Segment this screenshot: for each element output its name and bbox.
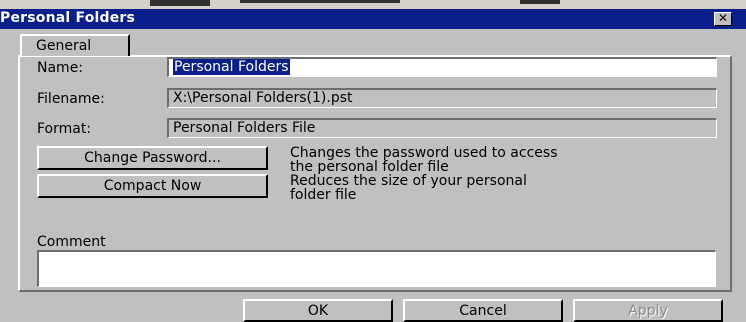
change-password-button[interactable]: Change Password... — [37, 146, 268, 170]
cancel-button[interactable]: Cancel — [403, 299, 563, 322]
title-bar[interactable]: Personal Folders ✕ — [0, 9, 746, 29]
comment-input[interactable] — [37, 250, 716, 287]
filename-label: Filename: — [37, 91, 105, 107]
personal-folders-dialog: Personal Folders ✕ General Name: Persona… — [0, 0, 746, 322]
close-button[interactable]: ✕ — [714, 12, 732, 26]
ok-button[interactable]: OK — [243, 299, 393, 322]
comment-label: Comment — [37, 234, 106, 250]
change-password-description-line1: Changes the password used to access — [290, 145, 558, 161]
top-strip-artifact — [240, 0, 400, 3]
compact-now-description-line1: Reduces the size of your personal — [290, 173, 527, 189]
top-strip — [0, 0, 746, 9]
compact-now-description-line2: folder file — [290, 187, 357, 203]
top-strip-artifact — [150, 0, 210, 6]
format-label: Format: — [37, 121, 92, 137]
name-field-value: Personal Folders — [173, 59, 290, 75]
format-field: Personal Folders File — [167, 118, 717, 138]
name-label: Name: — [37, 60, 84, 76]
tab-general-label: General — [36, 38, 92, 54]
close-icon: ✕ — [717, 11, 729, 25]
name-field[interactable]: Personal Folders — [167, 57, 717, 77]
window-title: Personal Folders — [0, 10, 136, 26]
top-strip-artifact — [520, 0, 560, 4]
compact-now-button[interactable]: Compact Now — [37, 174, 268, 198]
apply-button: Apply — [573, 299, 723, 322]
filename-field: X:\Personal Folders(1).pst — [167, 88, 717, 108]
tab-general[interactable]: General — [20, 34, 130, 56]
change-password-description-line2: the personal folder file — [290, 159, 449, 175]
